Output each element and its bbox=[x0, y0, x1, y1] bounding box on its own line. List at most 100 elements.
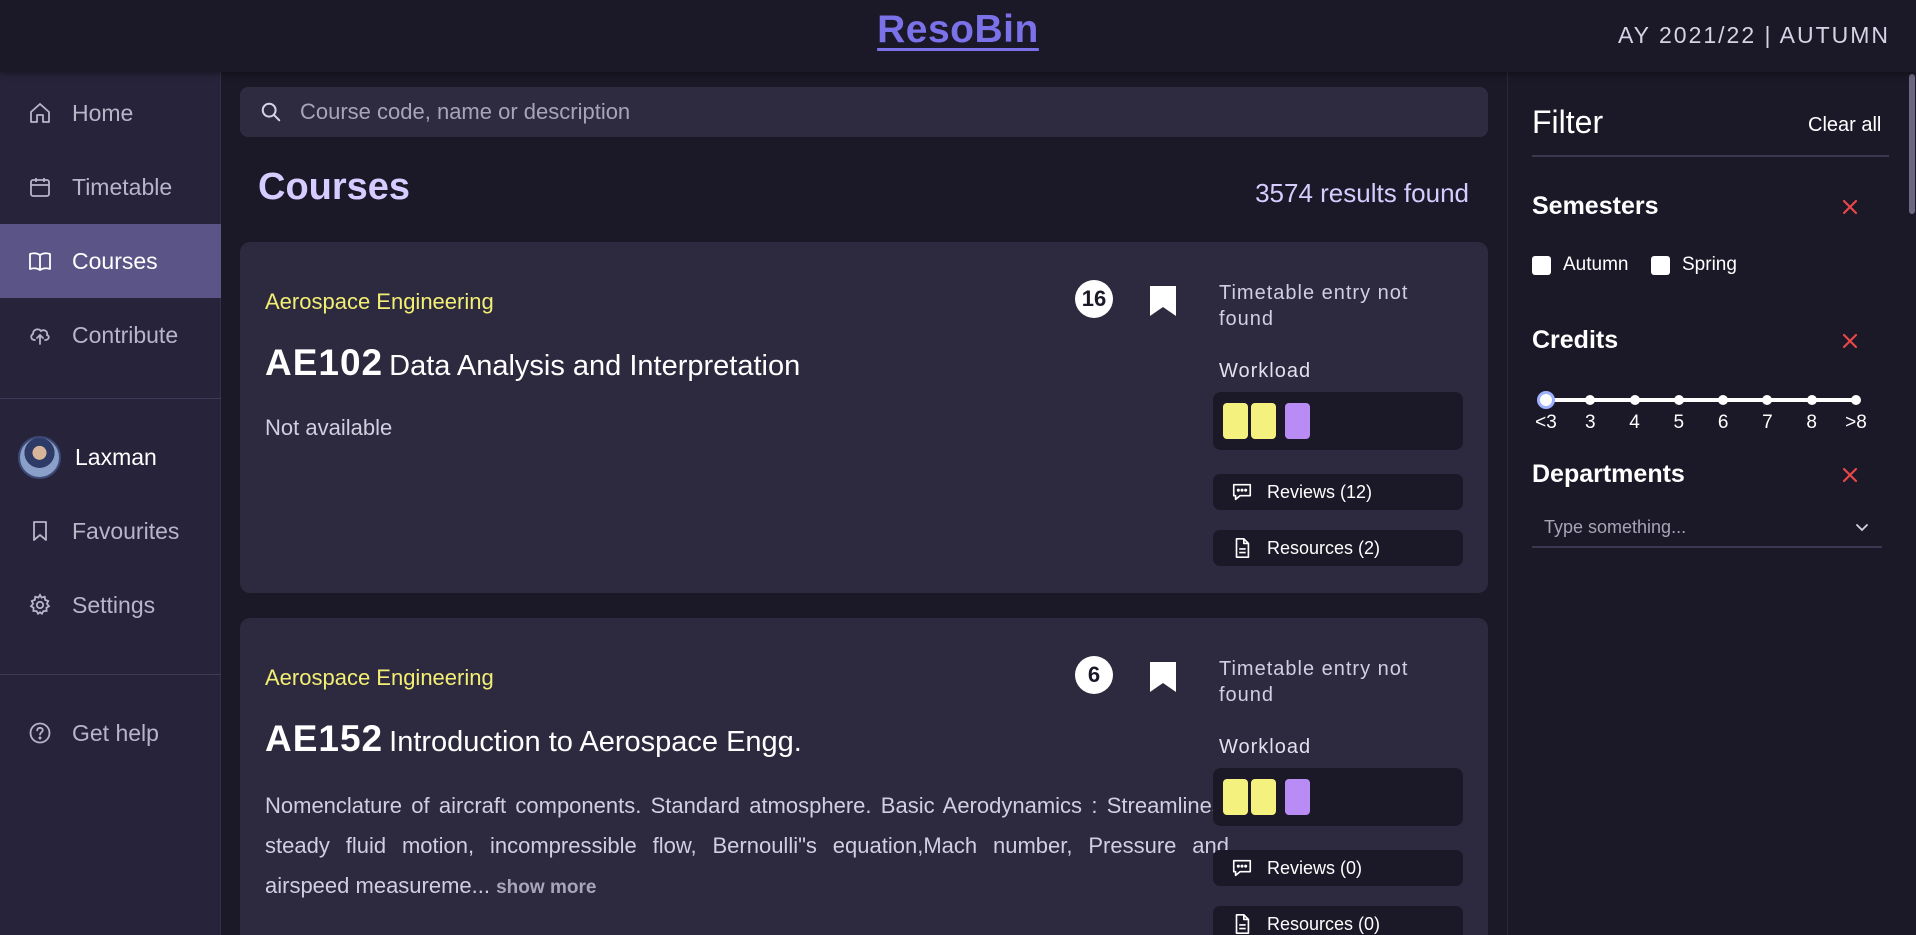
sidebar-item-contribute[interactable]: Contribute bbox=[0, 298, 221, 372]
sidebar-item-timetable[interactable]: Timetable bbox=[0, 150, 221, 224]
sidebar-item-favourites[interactable]: Favourites bbox=[0, 494, 221, 568]
sidebar-item-profile[interactable]: Laxman bbox=[0, 420, 221, 494]
credits-tick-label: 3 bbox=[1584, 412, 1596, 433]
favourite-count-badge: 6 bbox=[1075, 656, 1113, 694]
sidebar-item-label: Contribute bbox=[72, 321, 179, 348]
page-title: Courses bbox=[258, 166, 411, 208]
scrollbar[interactable] bbox=[1908, 72, 1916, 935]
chevron-down-icon bbox=[1856, 524, 1868, 532]
help-circle-icon bbox=[29, 722, 51, 744]
workload-bar bbox=[1285, 403, 1310, 439]
workload-bar bbox=[1223, 779, 1248, 815]
search-icon bbox=[261, 102, 281, 122]
credits-tick-dot bbox=[1673, 395, 1684, 405]
filter-title: Filter bbox=[1532, 104, 1604, 140]
credits-slider-thumb[interactable] bbox=[1537, 391, 1555, 409]
cloud-upload-icon bbox=[30, 328, 50, 345]
course-card[interactable]: Aerospace Engineering AE102 Data Analysis… bbox=[240, 242, 1488, 593]
semester-spring-checkbox[interactable]: Spring bbox=[1651, 254, 1737, 276]
academic-term: AY 2021/22 | AUTUMN bbox=[1618, 22, 1890, 48]
show-more-link[interactable]: show more bbox=[496, 877, 596, 898]
workload-bar bbox=[1223, 403, 1248, 439]
sidebar-item-label: Timetable bbox=[72, 173, 173, 200]
document-icon bbox=[1235, 914, 1250, 934]
sidebar-item-label: Favourites bbox=[72, 517, 180, 544]
checkbox-box bbox=[1651, 255, 1670, 275]
semester-autumn-checkbox[interactable]: Autumn bbox=[1532, 254, 1628, 276]
reviews-label: Reviews (12) bbox=[1267, 481, 1373, 502]
workload-chart bbox=[1213, 768, 1463, 826]
course-heading[interactable]: AE102 Data Analysis and Interpretation bbox=[265, 342, 800, 384]
credits-tick-dot bbox=[1629, 395, 1640, 405]
workload-label: Workload bbox=[1219, 736, 1312, 758]
reviews-label: Reviews (0) bbox=[1267, 857, 1363, 878]
departments-select[interactable]: Type something... bbox=[1532, 508, 1882, 548]
book-open-icon bbox=[29, 252, 51, 271]
close-icon[interactable] bbox=[1839, 196, 1861, 218]
departments-heading: Departments bbox=[1532, 460, 1685, 488]
sidebar-item-settings[interactable]: Settings bbox=[0, 568, 221, 642]
course-title: Introduction to Aerospace Engg. bbox=[389, 726, 802, 758]
sidebar-item-courses[interactable]: Courses bbox=[0, 224, 221, 298]
favourite-count-badge: 16 bbox=[1075, 280, 1113, 318]
resources-button[interactable]: Resources (2) bbox=[1213, 530, 1463, 566]
chat-icon bbox=[1232, 483, 1252, 501]
reviews-button[interactable]: Reviews (12) bbox=[1213, 474, 1463, 510]
timetable-note: Timetable entry not found bbox=[1219, 282, 1409, 330]
credits-slider[interactable] bbox=[1537, 391, 1861, 409]
course-heading[interactable]: AE152 Introduction to Aerospace Engg. bbox=[265, 718, 802, 760]
sidebar-divider bbox=[0, 674, 221, 675]
bookmark-icon[interactable] bbox=[1148, 660, 1178, 694]
bookmark-icon bbox=[33, 521, 47, 541]
search-input[interactable] bbox=[300, 99, 1450, 125]
course-department[interactable]: Aerospace Engineering bbox=[265, 665, 494, 691]
sidebar-divider bbox=[0, 398, 221, 399]
credits-tick-label: 6 bbox=[1717, 412, 1729, 433]
calendar-icon bbox=[30, 178, 50, 197]
close-icon[interactable] bbox=[1839, 330, 1861, 352]
filter-panel: Filter Clear all Semesters Autumn Spring… bbox=[1507, 72, 1916, 935]
credits-tick-label: 8 bbox=[1806, 412, 1817, 433]
chat-icon bbox=[1232, 859, 1252, 877]
timetable-note: Timetable entry not found bbox=[1219, 658, 1409, 706]
semesters-heading: Semesters bbox=[1532, 192, 1659, 220]
sidebar-item-label: Get help bbox=[72, 719, 159, 746]
home-icon bbox=[30, 103, 50, 123]
credits-tick-label: >8 bbox=[1845, 412, 1867, 433]
scrollbar-thumb[interactable] bbox=[1909, 74, 1915, 214]
credits-tick-dot bbox=[1585, 395, 1596, 405]
checkbox-box bbox=[1532, 255, 1551, 275]
clear-all-button[interactable]: Clear all bbox=[1808, 114, 1881, 137]
sidebar-item-home[interactable]: Home bbox=[0, 76, 221, 150]
reviews-button[interactable]: Reviews (0) bbox=[1213, 850, 1463, 886]
brand-logo[interactable]: ResoBin bbox=[877, 8, 1039, 51]
course-card[interactable]: Aerospace Engineering AE152 Introduction … bbox=[240, 618, 1488, 935]
resources-label: Resources (0) bbox=[1267, 913, 1381, 934]
sidebar-item-label: Home bbox=[72, 99, 134, 126]
credits-tick-label: 4 bbox=[1629, 412, 1640, 433]
avatar bbox=[18, 435, 61, 479]
bookmark-icon[interactable] bbox=[1148, 284, 1178, 318]
sidebar-item-label: Courses bbox=[72, 247, 158, 274]
workload-bar bbox=[1251, 779, 1276, 815]
top-bar: ResoBin AY 2021/22 | AUTUMN bbox=[0, 0, 1916, 72]
course-description: Nomenclature of aircraft components. Sta… bbox=[265, 793, 1229, 898]
user-name: Laxman bbox=[75, 443, 157, 470]
course-department[interactable]: Aerospace Engineering bbox=[265, 289, 494, 315]
workload-bar bbox=[1251, 403, 1276, 439]
workload-bar bbox=[1285, 779, 1310, 815]
credits-tick-dot bbox=[1806, 395, 1817, 405]
document-icon bbox=[1235, 538, 1250, 558]
credits-tick-label: 7 bbox=[1762, 412, 1773, 433]
close-icon[interactable] bbox=[1839, 464, 1861, 486]
sidebar: Home Timetable Courses Contribute Laxman… bbox=[0, 72, 221, 935]
credits-heading: Credits bbox=[1532, 326, 1619, 354]
departments-placeholder: Type something... bbox=[1544, 516, 1687, 537]
sidebar-item-help[interactable]: Get help bbox=[0, 696, 221, 770]
course-title: Data Analysis and Interpretation bbox=[389, 350, 801, 382]
credits-tick-label: 5 bbox=[1673, 412, 1685, 433]
results-count: 3574 results found bbox=[1255, 178, 1469, 208]
workload-chart bbox=[1213, 392, 1463, 450]
resources-button[interactable]: Resources (0) bbox=[1213, 906, 1463, 935]
course-description: Not available bbox=[265, 415, 393, 440]
